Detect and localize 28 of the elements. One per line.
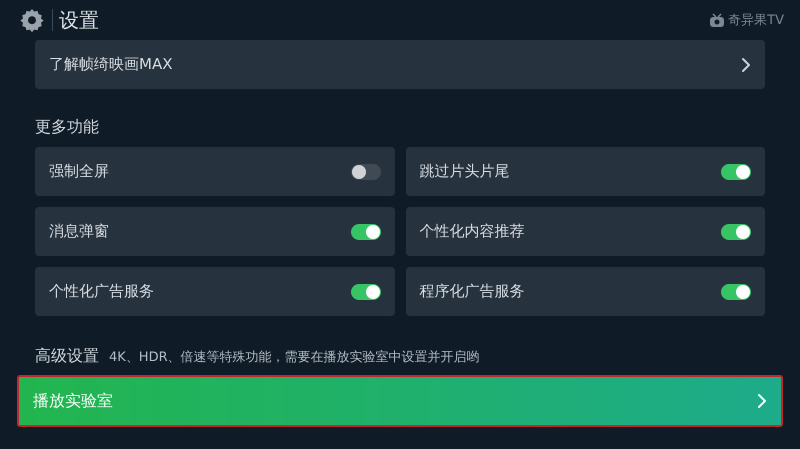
setting-row[interactable]: 程序化广告服务 xyxy=(406,267,765,316)
setting-label: 强制全屏 xyxy=(49,162,109,181)
toggle-switch[interactable] xyxy=(350,164,380,180)
chevron-right-icon xyxy=(741,56,751,72)
settings-icon xyxy=(20,8,44,32)
setting-label: 个性化广告服务 xyxy=(49,282,154,301)
toggle-switch[interactable] xyxy=(721,164,751,180)
tv-icon xyxy=(709,12,726,28)
toggle-switch[interactable] xyxy=(350,224,380,240)
toggle-switch[interactable] xyxy=(721,284,751,300)
setting-row[interactable]: 消息弹窗 xyxy=(35,207,394,256)
setting-label: 个性化内容推荐 xyxy=(420,222,524,241)
section-title: 高级设置 xyxy=(35,346,99,367)
chevron-right-icon xyxy=(757,393,767,409)
setting-label: 消息弹窗 xyxy=(49,222,109,241)
setting-row[interactable]: 个性化广告服务 xyxy=(35,267,394,316)
setting-label: 跳过片头片尾 xyxy=(420,162,510,181)
setting-row[interactable]: 强制全屏 xyxy=(35,147,394,196)
section-note: 4K、HDR、倍速等特殊功能，需要在播放实验室中设置并开启哟 xyxy=(109,349,480,366)
setting-label: 程序化广告服务 xyxy=(420,282,524,301)
toggle-switch[interactable] xyxy=(721,224,751,240)
setting-row[interactable]: 个性化内容推荐 xyxy=(406,207,765,256)
toggle-switch[interactable] xyxy=(350,284,380,300)
section-title: 更多功能 xyxy=(35,117,100,138)
link-row[interactable]: 了解帧绮映画MAX xyxy=(35,40,765,89)
brand-logo: 奇异果TV xyxy=(728,12,784,29)
page-title: 设置 xyxy=(59,6,99,34)
setting-row[interactable]: 跳过片头片尾 xyxy=(406,147,765,196)
